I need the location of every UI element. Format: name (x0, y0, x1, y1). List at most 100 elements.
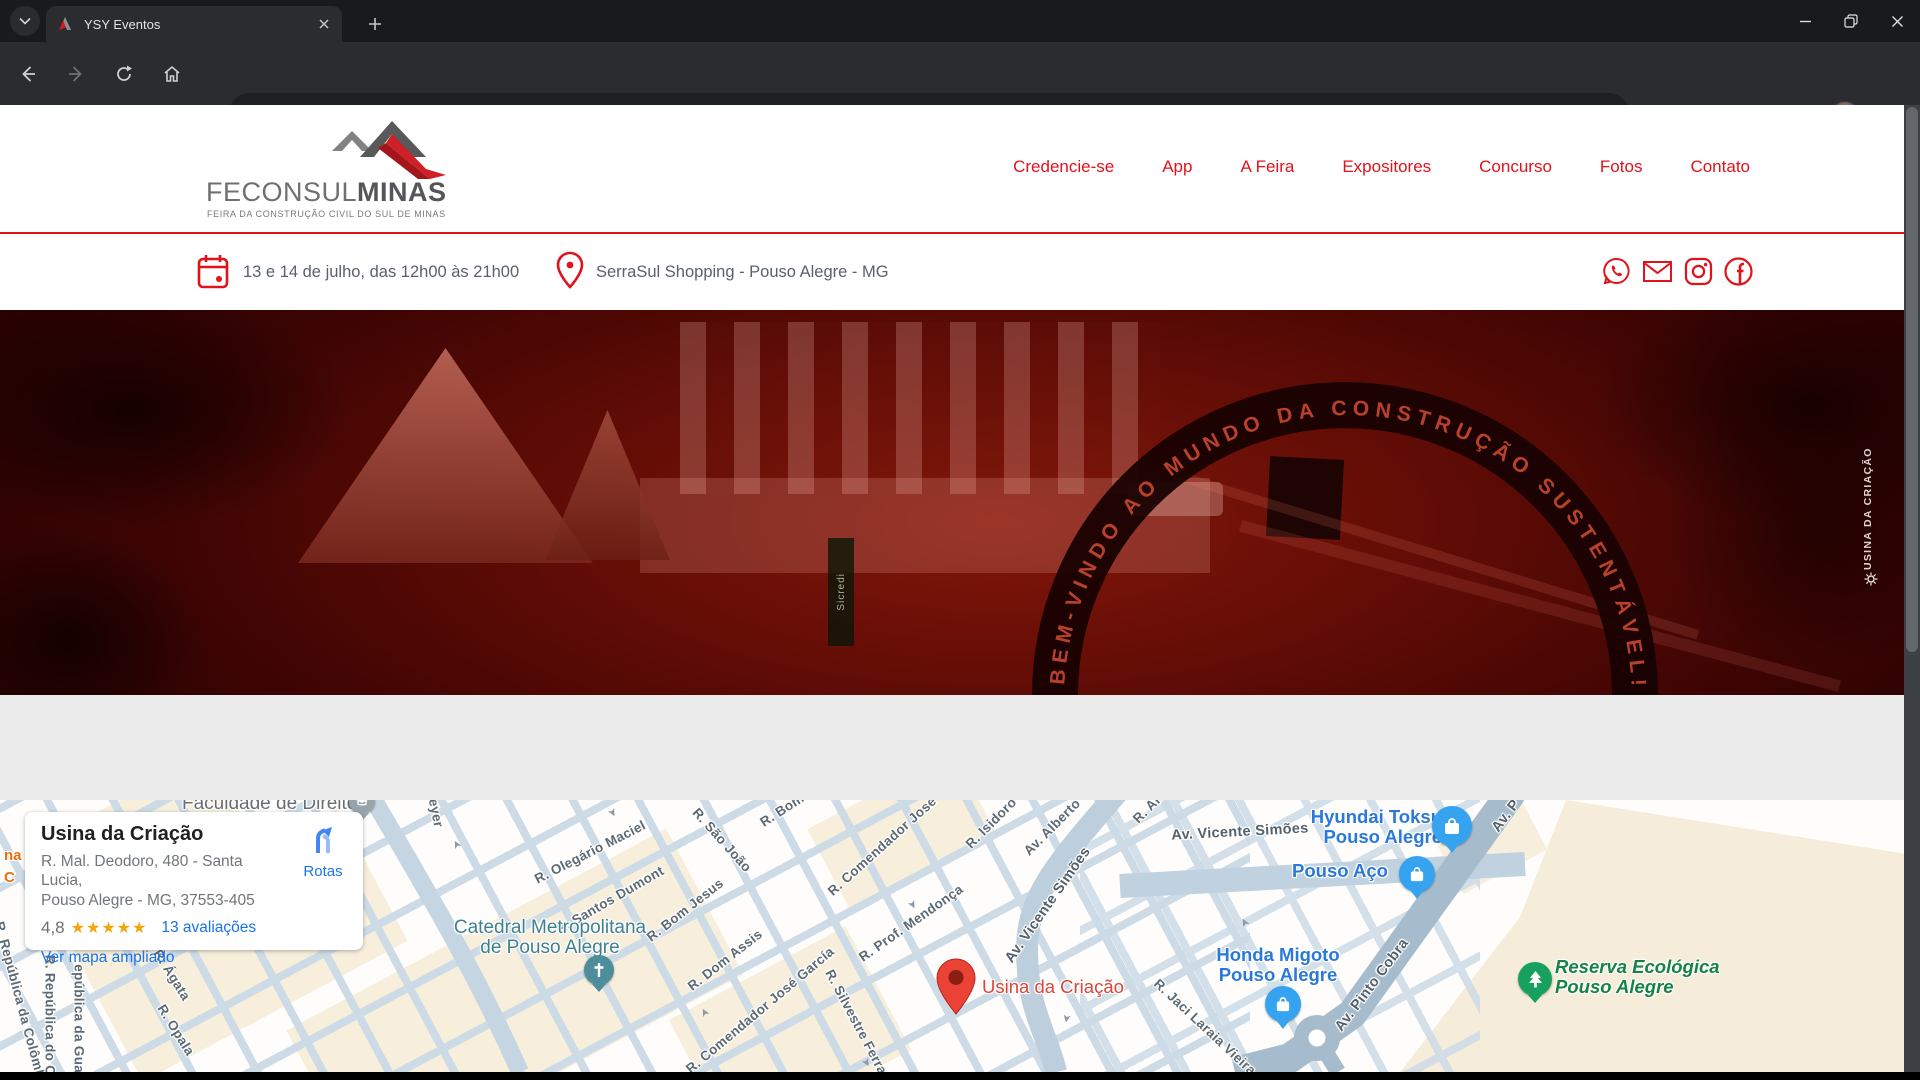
hero-watermark: USINA DA CRIAÇÃO (1862, 450, 1874, 570)
address-line-1: R. Mal. Deodoro, 480 - Santa Lucia, (41, 852, 281, 891)
svg-text:BEM-VINDO AO MUNDO DA CONSTRUÇ: BEM-VINDO AO MUNDO DA CONSTRUÇÃO SUSTENT… (1046, 397, 1650, 693)
logo-word-light: FECONSUL (206, 177, 357, 207)
address-line-2: Pouso Alegre - MG, 37553-405 (41, 891, 281, 910)
site-logo[interactable]: FECONSULMINAS FEIRA DA CONSTRUÇÃO CIVIL … (206, 135, 466, 217)
poi-usina[interactable]: Usina da Criação (982, 978, 1124, 997)
instagram-icon (1683, 256, 1714, 287)
facebook-link[interactable] (1723, 256, 1754, 287)
plus-icon (367, 16, 383, 32)
home-button[interactable] (152, 54, 192, 94)
event-date: 13 e 14 de julho, das 12h00 às 21h00 (243, 263, 519, 282)
bottom-letterbox (0, 1072, 1920, 1080)
store-pin[interactable] (1399, 856, 1435, 892)
poi-label-fragment: na (4, 848, 22, 863)
school-icon (355, 800, 369, 806)
forward-icon (66, 64, 86, 84)
email-icon (1641, 256, 1674, 287)
event-info-bar: 13 e 14 de julho, das 12h00 às 21h00 Ser… (0, 234, 1920, 310)
event-venue: SerraSul Shopping - Pouso Alegre - MG (596, 263, 889, 282)
hero-arch: BEM-VINDO AO MUNDO DA CONSTRUÇÃO SUSTENT… (0, 310, 1920, 695)
poi-honda[interactable]: Honda Migoto Pouso Alegre (1213, 946, 1343, 986)
store-pin[interactable] (1265, 986, 1301, 1022)
logo-name: FECONSULMINAS (206, 177, 447, 208)
rating-stars: ★★★★★ (71, 918, 148, 938)
park-pin[interactable] (1518, 962, 1552, 996)
map-place-card: Usina da Criação R. Mal. Deodoro, 480 - … (25, 812, 363, 950)
shopping-bag-icon (1410, 867, 1424, 882)
close-icon (1891, 15, 1904, 28)
window-close-button[interactable] (1874, 0, 1920, 42)
new-tab-button[interactable] (360, 9, 390, 39)
google-map-embed[interactable]: ➤ ➤ ➤ ➤ ➤ ➤ ➤ ➤ R. Olegário Maciel R. Sa… (0, 800, 1920, 1072)
logo-tagline: FEIRA DA CONSTRUÇÃO CIVIL DO SUL DE MINA… (207, 209, 446, 219)
view-larger-map-link[interactable]: Ver mapa ampliado (41, 949, 347, 967)
email-link[interactable] (1641, 256, 1674, 287)
hero-banner: Sicredi BEM-VINDO AO MUNDO DA CONSTRUÇÃO… (0, 310, 1920, 695)
instagram-link[interactable] (1683, 256, 1714, 287)
back-button[interactable] (8, 54, 48, 94)
oneway-arrow-icon: ➤ (1059, 1013, 1073, 1024)
directions-icon (310, 824, 336, 854)
whatsapp-icon (1601, 256, 1632, 287)
tab-strip: YSY Eventos (0, 0, 1920, 42)
social-links (1601, 256, 1754, 287)
location-pin-icon (556, 251, 584, 291)
directions-label: Rotas (295, 863, 351, 880)
reload-button[interactable] (104, 54, 144, 94)
tab-close-icon[interactable] (316, 16, 332, 32)
poi-hyundai[interactable]: Hyundai Toksu Pouso Alegre (1230, 808, 1442, 848)
hero-arch-text: BEM-VINDO AO MUNDO DA CONSTRUÇÃO SUSTENT… (1046, 397, 1650, 693)
reload-icon (114, 64, 134, 84)
place-rating: 4,8 ★★★★★ 13 avaliações (41, 918, 347, 938)
tab-search-button[interactable] (10, 6, 40, 36)
window-controls (1782, 0, 1920, 42)
poi-label-fragment: C (4, 870, 15, 885)
window-minimize-button[interactable] (1782, 0, 1828, 42)
browser-window: YSY Eventos evento1.ysyeventos.com.br/a-… (0, 0, 1920, 1080)
nav-app[interactable]: App (1162, 157, 1192, 177)
rating-value: 4,8 (41, 918, 65, 938)
restore-icon (1844, 14, 1858, 28)
church-pin[interactable] (584, 955, 614, 985)
scrollbar-thumb[interactable] (1906, 107, 1918, 652)
poi-catedral[interactable]: Catedral Metropolitana de Pouso Alegre (340, 918, 760, 958)
forward-button[interactable] (56, 54, 96, 94)
shopping-bag-icon (1276, 997, 1290, 1012)
nav-credencie-se[interactable]: Credencie-se (1013, 157, 1114, 177)
main-navigation: Credencie-se App A Feira Expositores Con… (1013, 157, 1750, 177)
nav-a-feira[interactable]: A Feira (1240, 157, 1294, 177)
tree-icon (1528, 971, 1543, 988)
window-restore-button[interactable] (1828, 0, 1874, 42)
destination-pin[interactable] (936, 958, 976, 1016)
cross-icon (593, 962, 605, 978)
home-icon (162, 64, 182, 84)
nav-expositores[interactable]: Expositores (1342, 157, 1431, 177)
place-address: R. Mal. Deodoro, 480 - Santa Lucia, Pous… (41, 852, 281, 910)
tab-title: YSY Eventos (84, 17, 316, 32)
whatsapp-link[interactable] (1601, 256, 1632, 287)
section-spacer (0, 695, 1920, 800)
site-favicon (56, 15, 74, 33)
nav-contato[interactable]: Contato (1690, 157, 1750, 177)
street-label: epública da Guate (72, 964, 87, 1072)
nav-concurso[interactable]: Concurso (1479, 157, 1552, 177)
shopping-bag-icon (1444, 818, 1460, 835)
browser-toolbar: evento1.ysyeventos.com.br/a-feira (0, 42, 1920, 105)
logo-word-bold: MINAS (357, 177, 447, 207)
poi-pouso-aco[interactable]: Pouso Aço (1292, 862, 1388, 881)
page-scrollbar[interactable] (1904, 105, 1920, 1072)
back-icon (18, 64, 38, 84)
nav-fotos[interactable]: Fotos (1600, 157, 1643, 177)
watermark-gear-icon (1864, 572, 1878, 586)
browser-tab[interactable]: YSY Eventos (46, 6, 342, 42)
poi-reserva[interactable]: Reserva Ecológica Pouso Alegre (1555, 958, 1720, 998)
directions-button[interactable]: Rotas (295, 824, 351, 880)
reviews-link[interactable]: 13 avaliações (161, 919, 256, 937)
store-pin[interactable] (1432, 806, 1472, 846)
facebook-icon (1723, 256, 1754, 287)
web-page: FECONSULMINAS FEIRA DA CONSTRUÇÃO CIVIL … (0, 105, 1920, 1080)
logo-roof-icon (330, 117, 465, 179)
chevron-down-icon (19, 17, 31, 25)
minimize-icon (1799, 15, 1812, 28)
street-label: R. República do C (43, 955, 58, 1072)
